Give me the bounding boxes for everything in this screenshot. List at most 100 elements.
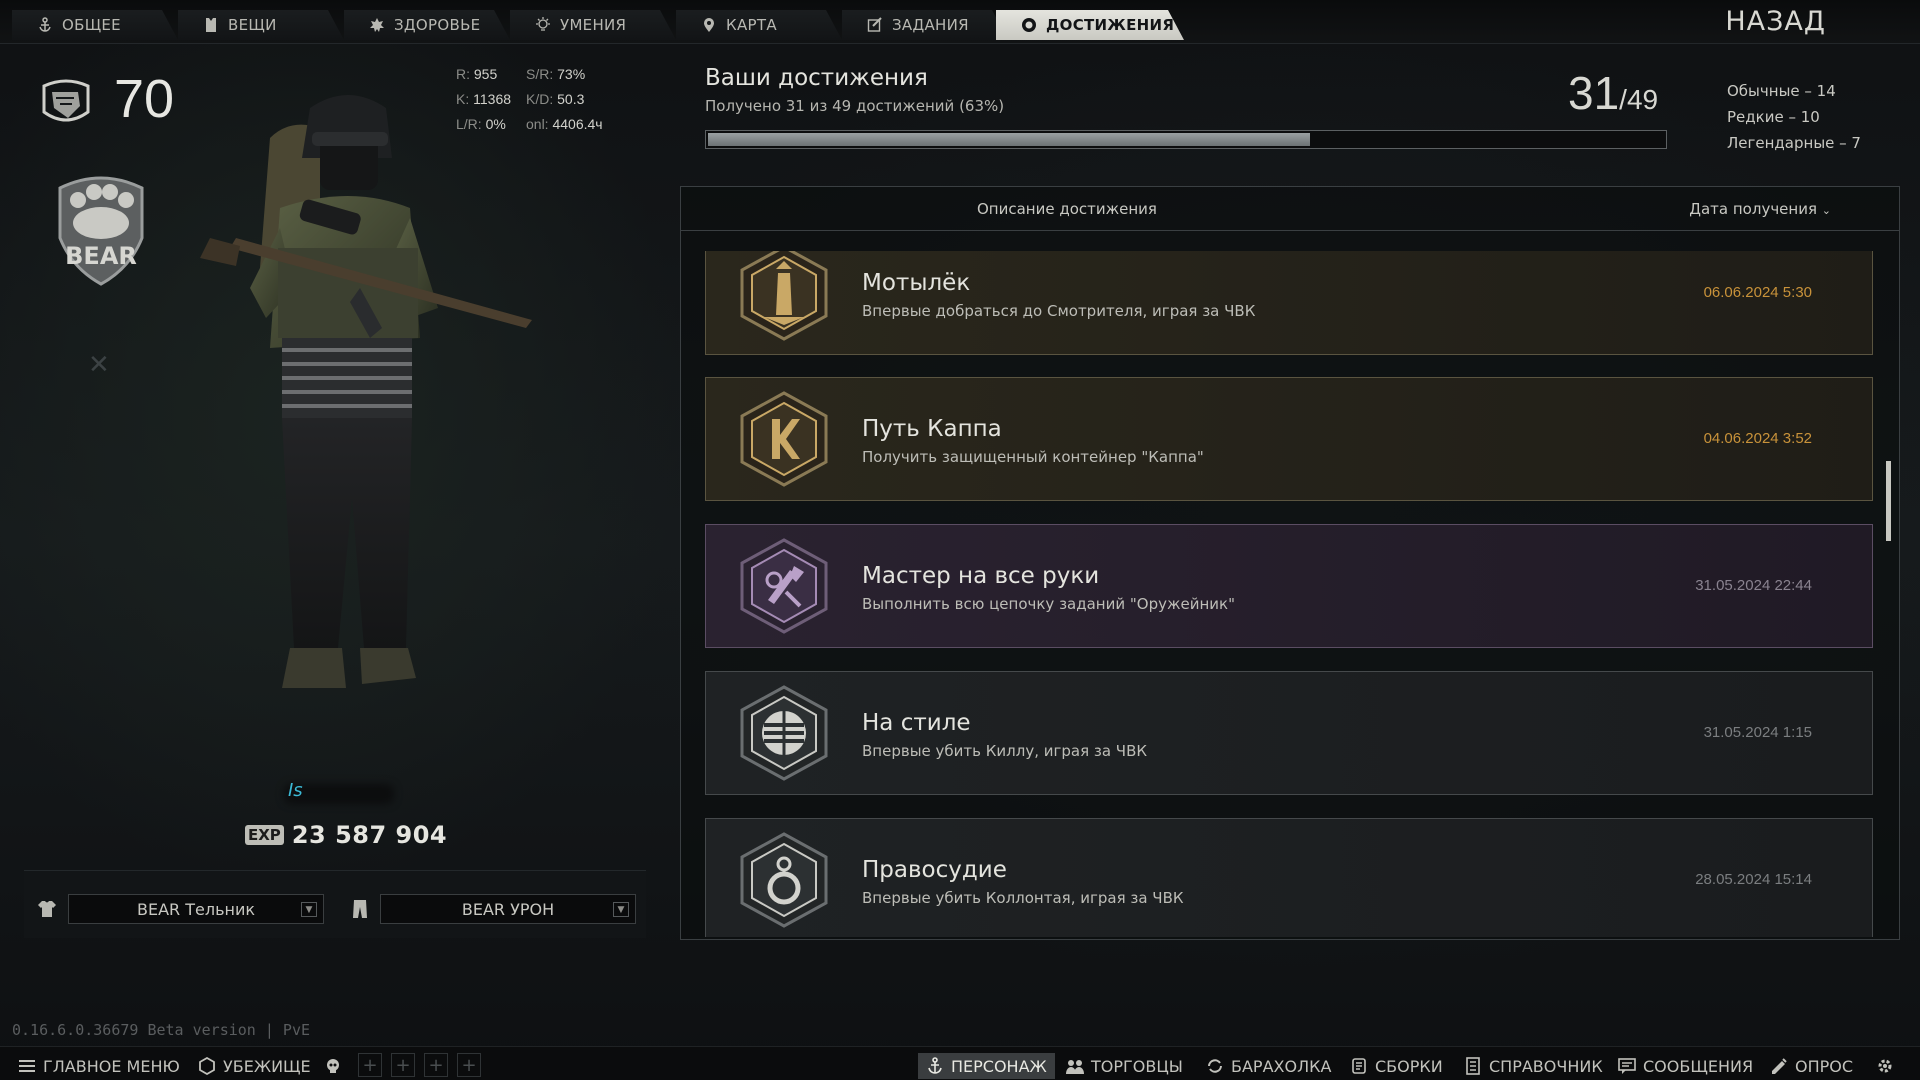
version-label: 0.16.6.0.36679 Beta version | PvE [12, 1021, 311, 1039]
achievement-date: 31.05.2024 1:15 [1703, 724, 1812, 741]
chevron-down-icon: ▼ [301, 902, 317, 917]
shirt-icon [36, 898, 58, 920]
achievement-cards: Мотылёк Впервые добраться до Смотрителя,… [705, 251, 1873, 937]
tab-tasks[interactable]: ЗАДАНИЯ [842, 10, 1008, 40]
achievement-desc: Впервые добраться до Смотрителя, играя з… [862, 302, 1256, 320]
column-description: Описание достижения [977, 200, 1157, 218]
anchor-icon [36, 16, 54, 34]
character-model [170, 88, 650, 778]
quick-slot-2[interactable]: + [391, 1053, 415, 1077]
handcuffs-icon [734, 830, 834, 930]
upper-body-select[interactable]: BEAR Тельник ▼ [68, 894, 324, 924]
tools-icon [734, 536, 834, 636]
achievements-count: 31/49 [1568, 66, 1658, 120]
character-button[interactable]: ПЕРСОНАЖ [918, 1053, 1055, 1079]
count-done: 31 [1568, 67, 1620, 119]
handbook-button[interactable]: СПРАВОЧНИК [1456, 1053, 1611, 1079]
top-navigation: ОБЩЕЕ ВЕЩИ ЗДОРОВЬЕ УМЕНИЯ КАРТА ЗАДАНИЯ… [0, 0, 1920, 44]
achievements-list: Описание достижения Дата получения ⌄ Мот… [680, 186, 1900, 940]
tab-label: ЗАДАНИЯ [892, 16, 969, 34]
legend-legendary: Легендарные – 7 [1727, 134, 1861, 152]
tasks-icon [866, 16, 884, 34]
hideout-button[interactable]: УБЕЖИЩЕ [190, 1053, 319, 1079]
player-level: 70 [114, 69, 175, 129]
legend-common: Обычные – 14 [1727, 82, 1836, 100]
map-pin-icon [700, 16, 718, 34]
tab-label: КАРТА [726, 16, 777, 34]
traders-icon [1066, 1060, 1084, 1074]
achievement-desc: Впервые убить Коллонтая, играя за ЧВК [862, 889, 1184, 907]
helmet-icon [734, 683, 834, 783]
kappa-icon [734, 389, 834, 489]
rarity-legend: Обычные – 14 Редкие – 10 Легендарные – 7 [1727, 78, 1861, 156]
achievement-desc: Выполнить всю цепочку заданий "Оружейник… [862, 595, 1235, 613]
bottom-bar: ГЛАВНОЕ МЕНЮ УБЕЖИЩЕ + + + + ПЕРСОНАЖ ТО… [0, 1046, 1920, 1080]
achievements-subtitle: Получено 31 из 49 достижений (63%) [705, 97, 1005, 115]
skull-icon[interactable] [320, 1053, 346, 1079]
achievement-card[interactable]: Правосудие Впервые убить Коллонтая, игра… [705, 818, 1873, 937]
upper-body-value: BEAR Тельник [136, 899, 256, 919]
health-icon [368, 16, 386, 34]
scrollbar[interactable] [1886, 461, 1891, 541]
tab-general[interactable]: ОБЩЕЕ [12, 10, 178, 40]
anchor-icon [928, 1057, 942, 1074]
tab-achievements[interactable]: ДОСТИЖЕНИЯ [996, 10, 1184, 40]
achievements-progress-bar [705, 130, 1667, 149]
tab-label: ОБЩЕЕ [62, 16, 121, 34]
achievement-title: На стиле [862, 710, 971, 736]
tab-label: УМЕНИЯ [560, 16, 627, 34]
main-menu-button[interactable]: ГЛАВНОЕ МЕНЮ [10, 1053, 188, 1079]
quick-slot-4[interactable]: + [457, 1053, 481, 1077]
gear-icon [1878, 1059, 1892, 1073]
settings-button[interactable] [1870, 1053, 1900, 1079]
achievement-card[interactable]: На стиле Впервые убить Киллу, играя за Ч… [705, 671, 1873, 795]
bear-faction-logo: BEAR [50, 168, 152, 286]
achievement-icon [1020, 16, 1038, 34]
achievement-title: Мотылёк [862, 270, 971, 296]
messages-button[interactable]: СООБЩЕНИЯ [1610, 1053, 1761, 1079]
flea-market-button[interactable]: БАРАХОЛКА [1198, 1053, 1339, 1079]
achievement-date: 31.05.2024 22:44 [1695, 577, 1812, 594]
list-header: Описание достижения Дата получения ⌄ [681, 187, 1899, 231]
lower-body-select[interactable]: BEAR УРОН ▼ [380, 894, 636, 924]
achievement-title: Путь Каппа [862, 416, 1002, 442]
tab-health[interactable]: ЗДОРОВЬЕ [344, 10, 510, 40]
tab-map[interactable]: КАРТА [676, 10, 842, 40]
close-icon[interactable]: ✕ [88, 350, 110, 380]
achievement-date: 06.06.2024 5:30 [1703, 284, 1812, 301]
achievement-card[interactable]: Мастер на все руки Выполнить всю цепочку… [705, 524, 1873, 648]
quick-slot-3[interactable]: + [424, 1053, 448, 1077]
exp-badge: EXP [245, 825, 284, 845]
quick-slot-1[interactable]: + [358, 1053, 382, 1077]
sort-by-date-button[interactable]: Дата получения ⌄ [1689, 200, 1831, 218]
player-name-fragment: Is [288, 780, 303, 801]
achievement-card[interactable]: Путь Каппа Получить защищенный контейнер… [705, 377, 1873, 501]
tab-label: ЗДОРОВЬЕ [394, 16, 481, 34]
achievements-title: Ваши достижения [705, 65, 928, 91]
survey-icon [1772, 1058, 1787, 1074]
achievement-title: Правосудие [862, 857, 1007, 883]
achievement-card[interactable]: Мотылёк Впервые добраться до Смотрителя,… [705, 251, 1873, 355]
builds-button[interactable]: СБОРКИ [1342, 1053, 1451, 1079]
logo-lettering: BEAR [65, 242, 137, 270]
exp-value: 23 587 904 [291, 821, 448, 849]
achievement-date: 04.06.2024 3:52 [1703, 430, 1812, 447]
flea-icon [1208, 1059, 1222, 1073]
builds-icon [1352, 1058, 1366, 1074]
handbook-icon [1466, 1057, 1480, 1075]
bulb-icon [534, 16, 552, 34]
tab-skills[interactable]: УМЕНИЯ [510, 10, 676, 40]
level-icon [38, 78, 94, 128]
legend-rare: Редкие – 10 [1727, 108, 1820, 126]
back-button[interactable]: НАЗАД [1725, 6, 1826, 37]
tab-gear[interactable]: ВЕЩИ [178, 10, 344, 40]
survey-button[interactable]: ОПРОС [1762, 1053, 1861, 1079]
achievement-title: Мастер на все руки [862, 563, 1100, 589]
vest-icon [202, 16, 220, 34]
messages-icon [1618, 1058, 1636, 1074]
menu-icon [19, 1060, 35, 1072]
traders-button[interactable]: ТОРГОВЦЫ [1058, 1053, 1191, 1079]
lower-body-value: BEAR УРОН [461, 899, 555, 919]
hideout-icon [199, 1057, 215, 1075]
pants-icon [349, 898, 371, 920]
